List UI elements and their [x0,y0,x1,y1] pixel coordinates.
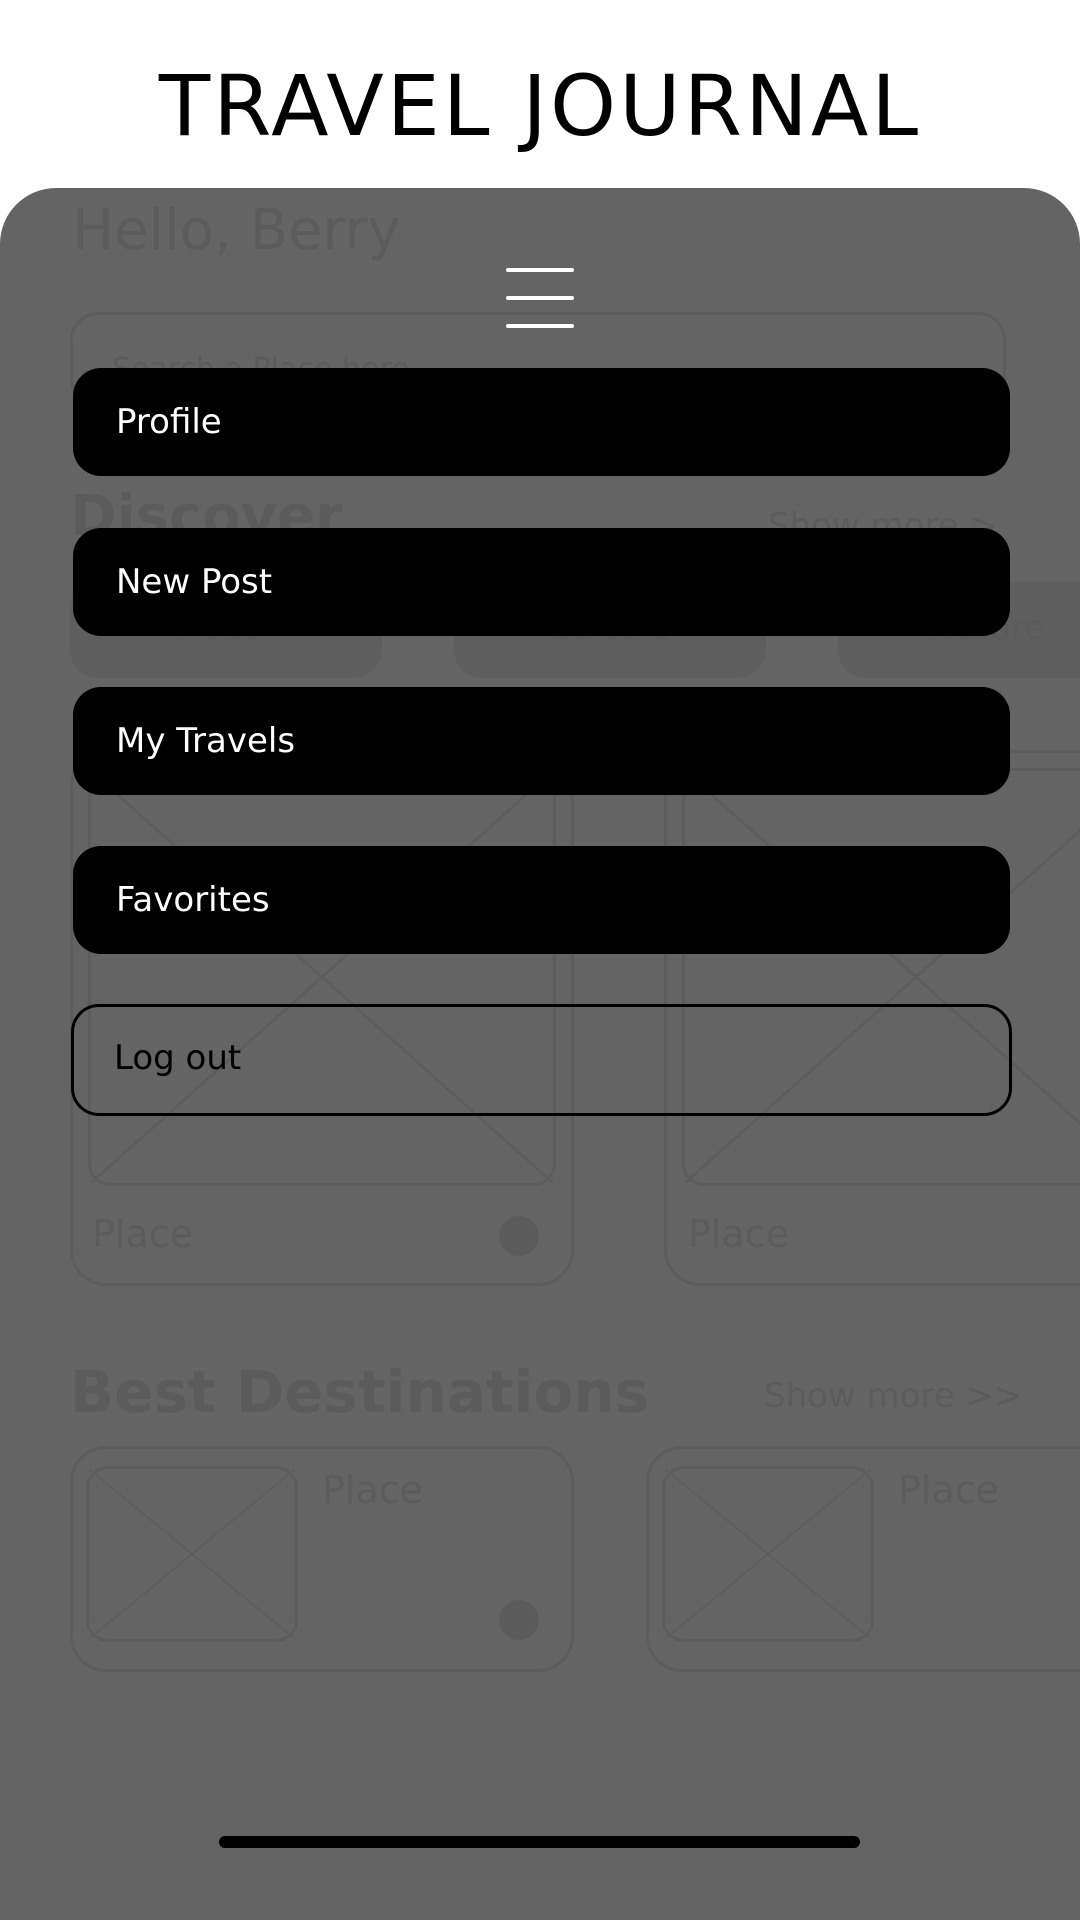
background-card-label: Place [322,1468,424,1512]
background-card-label: Place [898,1468,1000,1512]
add-icon [499,1216,539,1256]
background-card-label: Place [92,1212,194,1256]
background-image-placeholder [662,1466,874,1642]
menu-item-my-travels[interactable]: My Travels [73,687,1010,795]
background-card-label: Place [688,1212,790,1256]
background-image-placeholder [88,768,556,1186]
hamburger-icon-bar [506,268,574,272]
background-image-placeholder [682,768,1080,1186]
home-indicator[interactable] [219,1836,860,1848]
background-greeting: Hello, Berry [72,198,401,263]
hamburger-icon-bar [506,296,574,300]
hamburger-icon-bar [506,324,574,328]
app-title: TRAVEL JOURNAL [158,57,922,155]
menu-item-favorites[interactable]: Favorites [73,846,1010,954]
add-icon [499,1600,539,1640]
menu-item-new-post[interactable]: New Post [73,528,1010,636]
menu-item-profile[interactable]: Profile [73,368,1010,476]
hamburger-menu-button[interactable] [504,228,576,328]
background-image-placeholder [86,1466,298,1642]
background-best-show-more: Show more >> [764,1376,1023,1416]
background-best-heading: Best Destinations [70,1358,650,1426]
logout-button[interactable]: Log out [71,1004,1012,1116]
menu-overlay: Hello, Berry Search a Place here Discove… [0,188,1080,1920]
